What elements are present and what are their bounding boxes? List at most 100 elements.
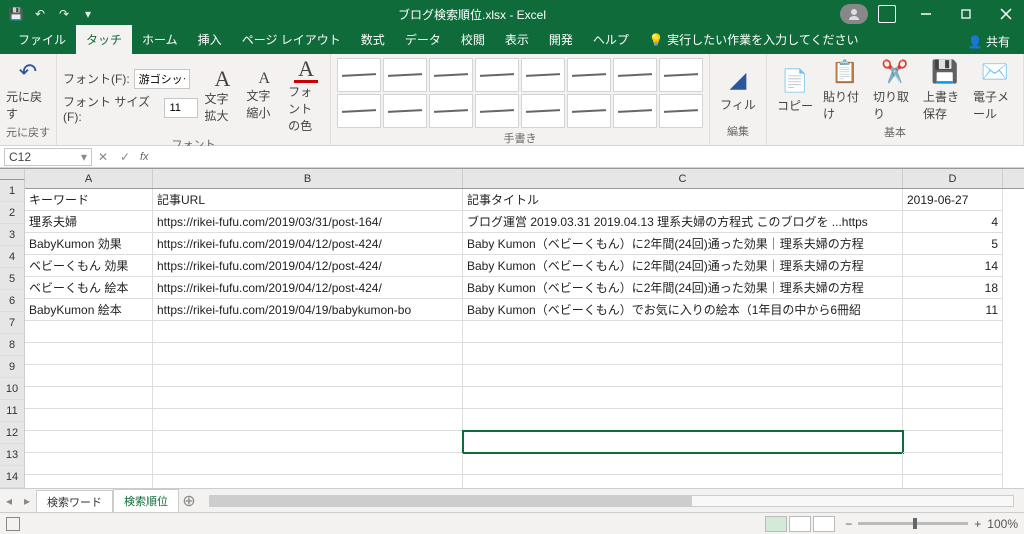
cell[interactable] [903, 453, 1003, 475]
cell[interactable]: ブログ運営 2019.03.31 2019.04.13 理系夫婦の方程式 このブ… [463, 211, 903, 233]
cell[interactable]: Baby Kumon（ベビーくもん）でお気に入りの絵本（1年目の中から6冊紹 [463, 299, 903, 321]
font-size-select[interactable] [164, 98, 198, 118]
tab-page-layout[interactable]: ページ レイアウト [232, 25, 351, 54]
zoom-in-button[interactable]: + [974, 517, 981, 531]
cell[interactable]: https://rikei-fufu.com/2019/04/19/babyku… [153, 299, 463, 321]
col-header[interactable]: A [25, 169, 153, 188]
ink-style[interactable] [337, 58, 381, 92]
cell[interactable]: 14 [903, 255, 1003, 277]
enter-icon[interactable]: ✓ [116, 148, 134, 166]
tab-touch[interactable]: タッチ [76, 25, 132, 54]
ink-style[interactable] [383, 58, 427, 92]
sheet-nav-next[interactable]: ▸ [18, 494, 36, 508]
sheet-nav-prev[interactable]: ◂ [0, 494, 18, 508]
cell[interactable]: 11 [903, 299, 1003, 321]
cell[interactable] [463, 431, 903, 453]
row-header[interactable]: 7 [0, 312, 25, 334]
fill-button[interactable]: ◢フィル [716, 66, 760, 113]
row-header[interactable]: 13 [0, 444, 25, 466]
cell[interactable] [153, 387, 463, 409]
ink-style[interactable] [613, 94, 657, 128]
cell[interactable]: Baby Kumon（ベビーくもん）に2年間(24回)通った効果｜理系夫婦の方程 [463, 255, 903, 277]
row-header[interactable]: 12 [0, 422, 25, 444]
redo-icon[interactable]: ↷ [56, 6, 72, 22]
row-header[interactable]: 6 [0, 290, 25, 312]
sheet-tab[interactable]: 検索順位 [113, 489, 179, 514]
ink-style[interactable] [659, 94, 703, 128]
cell[interactable]: https://rikei-fufu.com/2019/04/12/post-4… [153, 233, 463, 255]
cell[interactable]: BabyKumon 効果 [25, 233, 153, 255]
save-icon[interactable]: 💾 [8, 6, 24, 22]
cell[interactable] [25, 343, 153, 365]
ink-style[interactable] [383, 94, 427, 128]
cell[interactable]: 4 [903, 211, 1003, 233]
cell[interactable]: Baby Kumon（ベビーくもん）に2年間(24回)通った効果｜理系夫婦の方程 [463, 277, 903, 299]
cell[interactable] [153, 431, 463, 453]
ink-style[interactable] [567, 94, 611, 128]
cell[interactable]: https://rikei-fufu.com/2019/03/31/post-1… [153, 211, 463, 233]
ink-style[interactable] [475, 94, 519, 128]
ink-style[interactable] [521, 58, 565, 92]
maximize-button[interactable] [948, 0, 984, 28]
cell[interactable] [463, 387, 903, 409]
ink-style[interactable] [567, 58, 611, 92]
cell[interactable]: https://rikei-fufu.com/2019/04/12/post-4… [153, 277, 463, 299]
tab-help[interactable]: ヘルプ [583, 25, 639, 54]
cell[interactable] [153, 321, 463, 343]
ink-style[interactable] [521, 94, 565, 128]
ink-style[interactable] [613, 58, 657, 92]
row-header[interactable]: 10 [0, 378, 25, 400]
cell[interactable] [903, 475, 1003, 488]
cell[interactable]: https://rikei-fufu.com/2019/04/12/post-4… [153, 255, 463, 277]
col-header[interactable]: C [463, 169, 903, 188]
row-header[interactable]: 2 [0, 202, 25, 224]
cell[interactable] [25, 321, 153, 343]
cell[interactable]: 理系夫婦 [25, 211, 153, 233]
tab-insert[interactable]: 挿入 [188, 25, 232, 54]
select-all-corner[interactable] [0, 169, 25, 180]
minimize-button[interactable] [908, 0, 944, 28]
cell[interactable] [463, 453, 903, 475]
cell[interactable] [903, 431, 1003, 453]
tab-review[interactable]: 校閲 [451, 25, 495, 54]
row-header[interactable]: 1 [0, 180, 25, 202]
font-select[interactable] [134, 69, 190, 89]
cell[interactable] [153, 343, 463, 365]
cell[interactable]: 記事タイトル [463, 189, 903, 211]
undo-button[interactable]: ↶ 元に戻す [6, 58, 50, 122]
ink-style[interactable] [659, 58, 703, 92]
cell[interactable] [463, 343, 903, 365]
close-button[interactable] [988, 0, 1024, 28]
qat-dropdown-icon[interactable]: ▾ [80, 6, 96, 22]
row-header[interactable]: 3 [0, 224, 25, 246]
page-layout-view-button[interactable] [789, 516, 811, 532]
cell[interactable] [463, 409, 903, 431]
row-header[interactable]: 5 [0, 268, 25, 290]
col-header[interactable]: D [903, 169, 1003, 188]
cell[interactable]: キーワード [25, 189, 153, 211]
tab-file[interactable]: ファイル [8, 25, 76, 54]
zoom-thumb[interactable] [913, 518, 917, 529]
zoom-level[interactable]: 100% [987, 517, 1018, 531]
font-color-button[interactable]: Aフォントの色 [288, 58, 324, 134]
ink-gallery[interactable] [337, 58, 703, 128]
cell[interactable] [153, 453, 463, 475]
cell[interactable]: Baby Kumon（ベビーくもん）に2年間(24回)通った効果｜理系夫婦の方程 [463, 233, 903, 255]
ink-style[interactable] [337, 94, 381, 128]
sheet-tab[interactable]: 検索ワード [36, 490, 113, 513]
copy-button[interactable]: 📄コピー [773, 67, 817, 114]
row-header[interactable]: 9 [0, 356, 25, 378]
cell[interactable] [463, 321, 903, 343]
ink-style[interactable] [475, 58, 519, 92]
fx-icon[interactable]: fx [140, 151, 149, 163]
macro-record-icon[interactable] [6, 517, 20, 531]
zoom-out-button[interactable]: − [845, 517, 852, 531]
ink-style[interactable] [429, 58, 473, 92]
cell[interactable] [25, 475, 153, 488]
save-button[interactable]: 💾上書き保存 [923, 58, 967, 122]
tab-developer[interactable]: 開発 [539, 25, 583, 54]
grow-font-button[interactable]: A文字拡大 [204, 68, 240, 124]
share-button[interactable]: 👤 共有 [954, 29, 1024, 54]
tab-home[interactable]: ホーム [132, 25, 188, 54]
cell[interactable] [463, 475, 903, 488]
